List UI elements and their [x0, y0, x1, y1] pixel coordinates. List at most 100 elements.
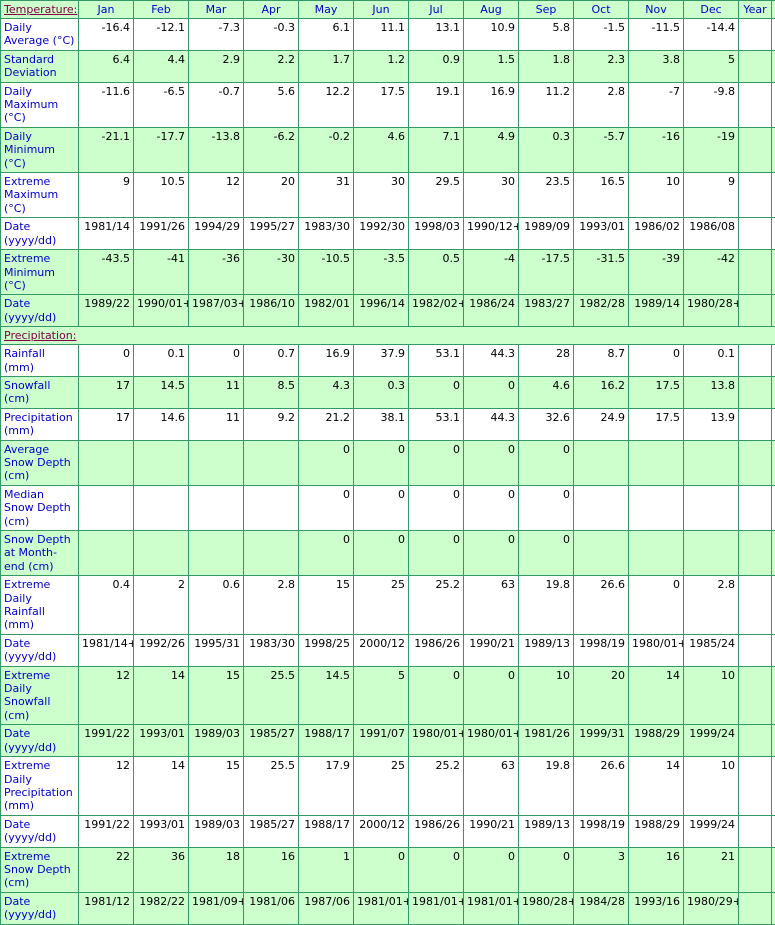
cell-may: -0.2	[299, 127, 354, 172]
cell-may: 16.9	[299, 345, 354, 377]
cell-may: 1	[299, 847, 354, 892]
cell-may: 6.1	[299, 19, 354, 51]
cell-feb: 14	[134, 757, 189, 816]
cell-may: 1998/25	[299, 634, 354, 666]
column-header-apr: Apr	[244, 1, 299, 19]
row-label: Snow Depth at Month-end (cm)	[1, 531, 79, 576]
cell-may: 4.3	[299, 376, 354, 408]
cell-jul: 1981/01+	[409, 892, 464, 924]
cell-may: 31	[299, 173, 354, 218]
table-row: Extreme Snow Depth (cm)22361816100003162…	[1, 847, 775, 892]
cell-jul: 25.2	[409, 576, 464, 635]
cell-dec	[684, 531, 739, 576]
cell-dec: -9.8	[684, 82, 739, 127]
table-row: Date (yyyy/dd)1981/14+1992/261995/311983…	[1, 634, 775, 666]
cell-nov: 14	[629, 757, 684, 816]
cell-feb: 14.6	[134, 408, 189, 440]
cell-may: 1987/06	[299, 892, 354, 924]
cell-jul: 0	[409, 531, 464, 576]
cell-dec: 5	[684, 50, 739, 82]
table-row: Extreme Daily Rainfall (mm)0.420.62.8152…	[1, 576, 775, 635]
cell-nov	[629, 531, 684, 576]
cell-may: 15	[299, 576, 354, 635]
cell-jun: 2000/12	[354, 634, 409, 666]
cell-jul: 19.1	[409, 82, 464, 127]
cell-jan: 1981/12	[79, 892, 134, 924]
row-label: Date (yyyy/dd)	[1, 892, 79, 924]
table-row: Date (yyyy/dd)1981/141991/261994/291995/…	[1, 218, 775, 250]
cell-dec: 1986/08	[684, 218, 739, 250]
cell-oct: -1.5	[574, 19, 629, 51]
cell-year	[739, 127, 772, 172]
cell-feb: 2	[134, 576, 189, 635]
cell-jan: 17	[79, 376, 134, 408]
cell-oct: -31.5	[574, 250, 629, 295]
cell-feb: 1982/22	[134, 892, 189, 924]
cell-aug: 0	[464, 440, 519, 485]
cell-nov: -16	[629, 127, 684, 172]
cell-sep: 1989/13	[519, 815, 574, 847]
cell-oct: 3	[574, 847, 629, 892]
cell-year	[739, 173, 772, 218]
cell-apr	[244, 440, 299, 485]
cell-year	[739, 250, 772, 295]
cell-mar	[189, 485, 244, 530]
cell-year	[739, 892, 772, 924]
row-label: Extreme Maximum (°C)	[1, 173, 79, 218]
cell-sep: -17.5	[519, 250, 574, 295]
cell-feb: 10.5	[134, 173, 189, 218]
cell-feb: 1993/01	[134, 725, 189, 757]
cell-may: 14.5	[299, 666, 354, 725]
cell-apr: 1986/10	[244, 295, 299, 327]
cell-code	[772, 892, 775, 924]
row-label: Precipitation (mm)	[1, 408, 79, 440]
cell-apr: -30	[244, 250, 299, 295]
cell-apr: 1985/27	[244, 815, 299, 847]
cell-dec: -14.4	[684, 19, 739, 51]
cell-dec	[684, 440, 739, 485]
cell-may: 1983/30	[299, 218, 354, 250]
cell-oct: 8.7	[574, 345, 629, 377]
cell-year	[739, 666, 772, 725]
row-label: Extreme Daily Rainfall (mm)	[1, 576, 79, 635]
table-row: Snowfall (cm)1714.5118.54.30.3004.616.21…	[1, 376, 775, 408]
cell-apr: 2.2	[244, 50, 299, 82]
cell-jun: 25	[354, 576, 409, 635]
cell-aug: 30	[464, 173, 519, 218]
cell-sep: 23.5	[519, 173, 574, 218]
row-label: Daily Average (°C)	[1, 19, 79, 51]
cell-dec	[684, 485, 739, 530]
cell-mar: 18	[189, 847, 244, 892]
cell-jan: 1981/14	[79, 218, 134, 250]
cell-feb: 0.1	[134, 345, 189, 377]
cell-year	[739, 576, 772, 635]
cell-code: C	[772, 127, 775, 172]
table-row: Rainfall (mm)00.100.716.937.953.144.3288…	[1, 345, 775, 377]
cell-year	[739, 757, 772, 816]
cell-sep: 0.3	[519, 127, 574, 172]
cell-oct: 1998/19	[574, 634, 629, 666]
cell-aug: -4	[464, 250, 519, 295]
cell-apr	[244, 485, 299, 530]
cell-jun: 30	[354, 173, 409, 218]
cell-jun: 0	[354, 531, 409, 576]
cell-mar: 11	[189, 408, 244, 440]
table-row: Date (yyyy/dd)1991/221993/011989/031985/…	[1, 815, 775, 847]
cell-aug: 44.3	[464, 408, 519, 440]
cell-jan	[79, 440, 134, 485]
cell-sep: 0	[519, 440, 574, 485]
column-header-dec: Dec	[684, 1, 739, 19]
cell-nov: -7	[629, 82, 684, 127]
cell-oct: 24.9	[574, 408, 629, 440]
cell-may: 1988/17	[299, 815, 354, 847]
cell-nov: -11.5	[629, 19, 684, 51]
cell-nov: 1986/02	[629, 218, 684, 250]
cell-jun: 0	[354, 440, 409, 485]
cell-feb: 14	[134, 666, 189, 725]
cell-aug: 4.9	[464, 127, 519, 172]
row-label: Daily Maximum (°C)	[1, 82, 79, 127]
cell-year	[739, 485, 772, 530]
table-row: Date (yyyy/dd)1991/221993/011989/031985/…	[1, 725, 775, 757]
cell-nov: 0	[629, 576, 684, 635]
cell-code	[772, 634, 775, 666]
